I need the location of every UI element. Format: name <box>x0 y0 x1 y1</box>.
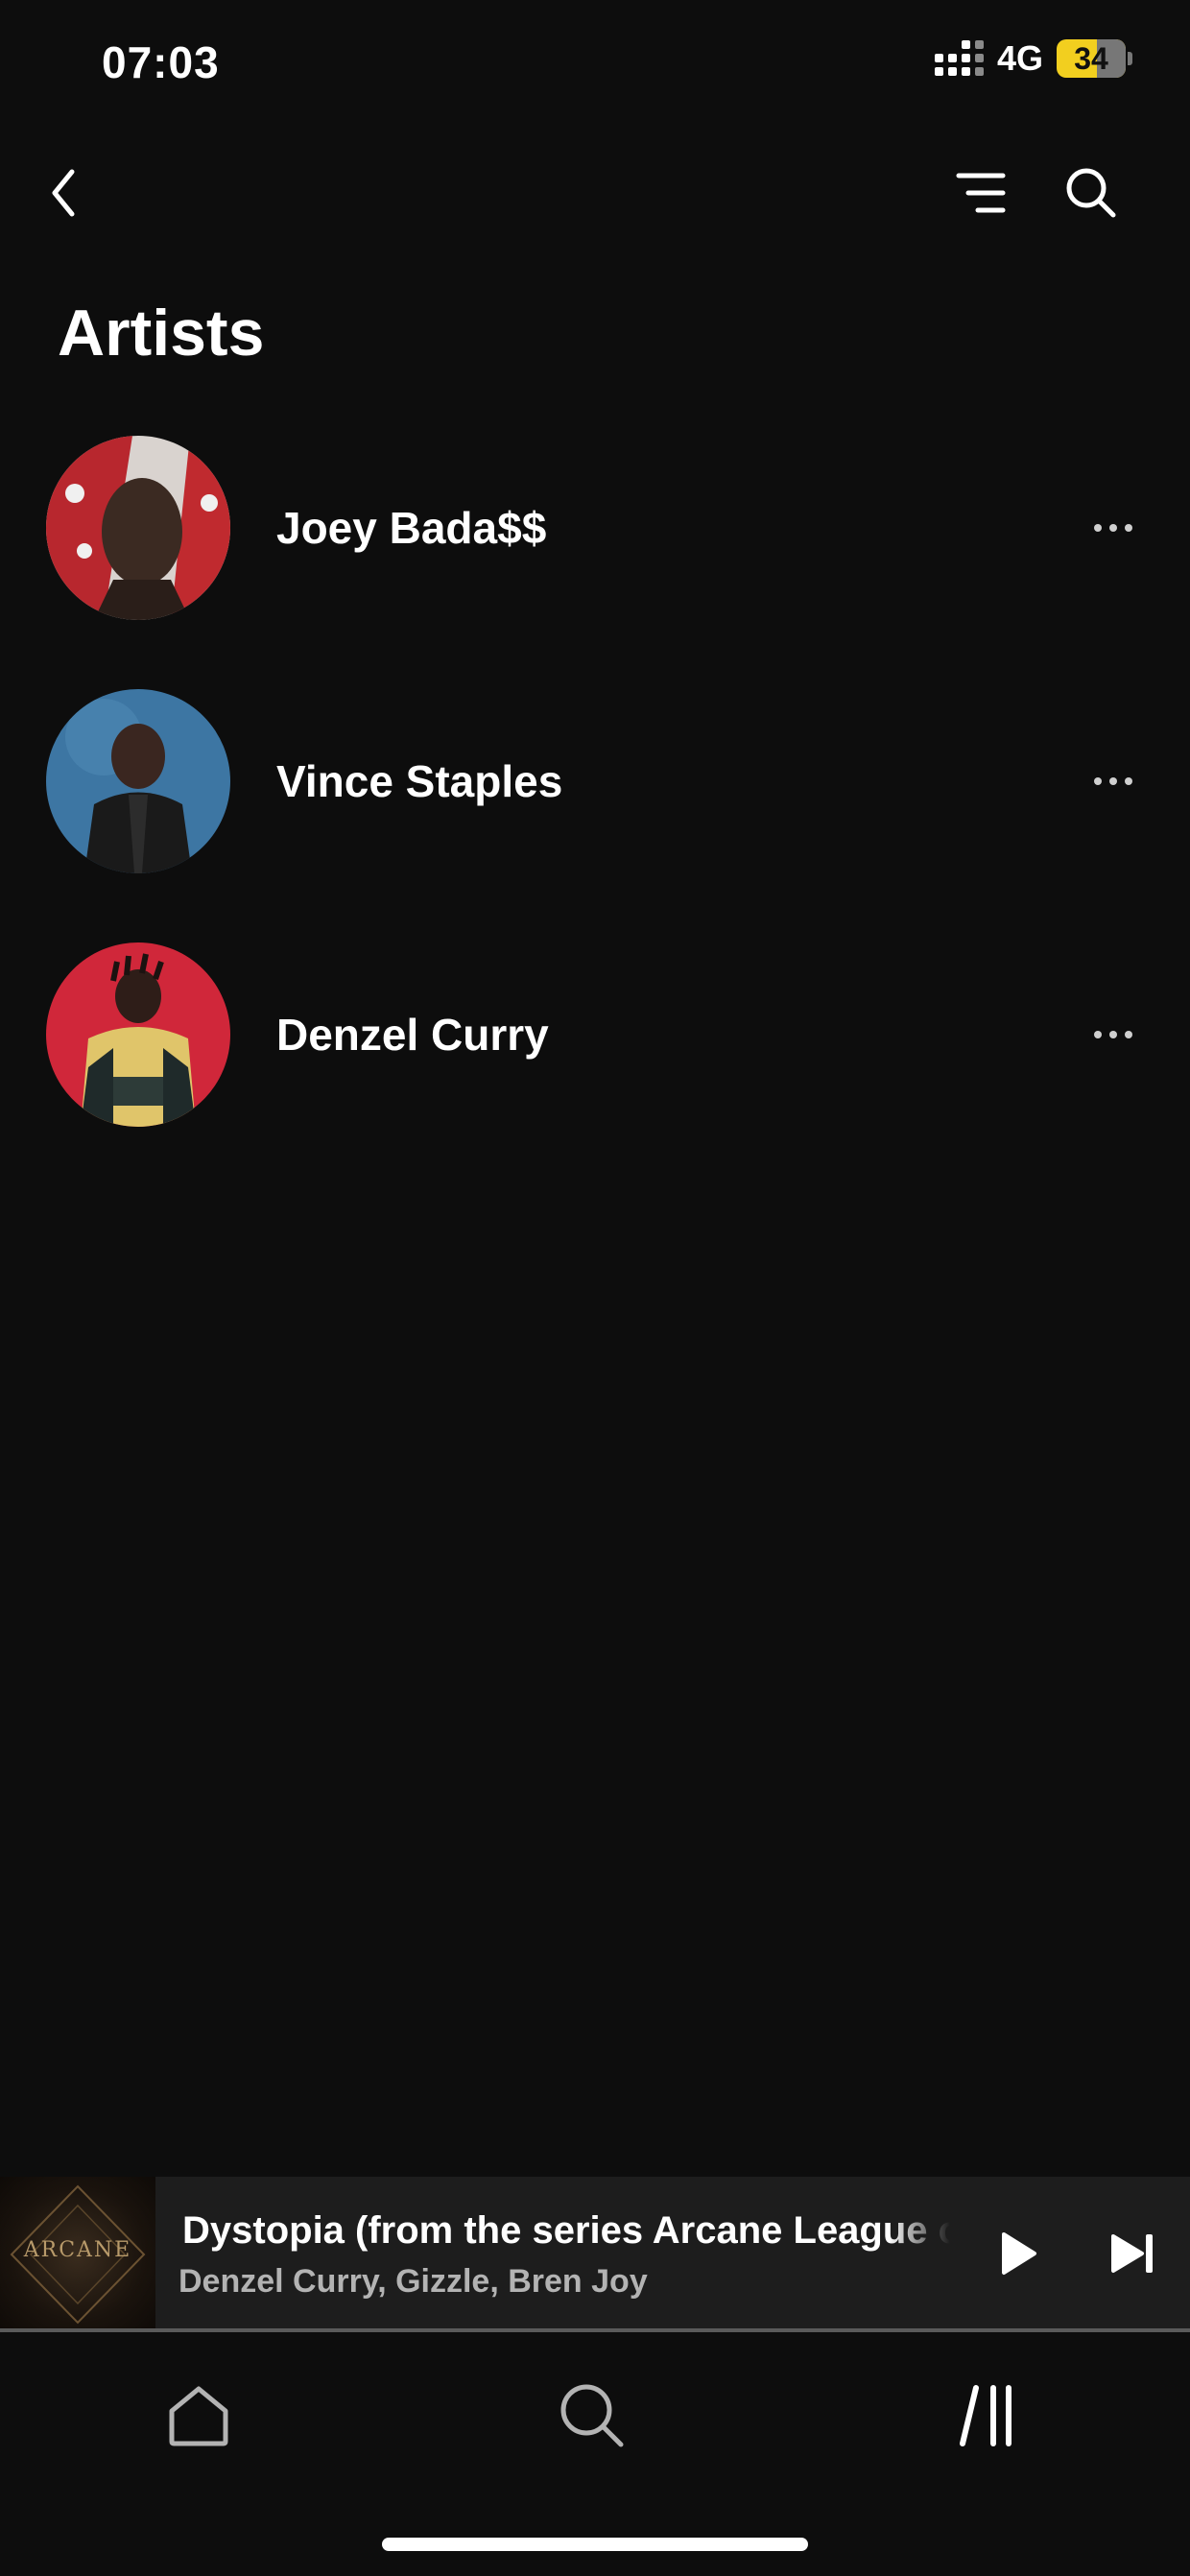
search-icon <box>1066 168 1116 218</box>
track-artist: Denzel Curry, Gizzle, Bren Joy <box>178 2263 648 2300</box>
artist-row[interactable]: Denzel Curry <box>0 929 1190 1140</box>
home-icon <box>169 2386 228 2446</box>
avatar <box>46 436 230 620</box>
sort-filter-icon <box>956 173 1006 213</box>
artist-name: Denzel Curry <box>276 1010 549 1060</box>
play-button[interactable] <box>994 2225 1042 2282</box>
artist-name: Joey Bada$$ <box>276 503 547 553</box>
playback-progress[interactable] <box>0 2328 1190 2332</box>
search-icon <box>560 2384 624 2447</box>
track-title: Dystopia (from the series Arcane League … <box>182 2209 950 2252</box>
artist-name: Vince Staples <box>276 756 563 806</box>
back-button[interactable] <box>35 159 92 227</box>
search-button[interactable] <box>1058 159 1125 227</box>
signal-icon <box>934 40 984 76</box>
next-track-button[interactable] <box>1106 2225 1163 2282</box>
artist-photo <box>46 436 230 620</box>
album-art-text: ARCANE <box>23 2238 132 2262</box>
play-icon <box>1002 2232 1036 2275</box>
network-label: 4G <box>996 38 1043 78</box>
home-indicator <box>382 2538 808 2551</box>
artist-photo <box>46 942 230 1127</box>
avatar <box>46 942 230 1127</box>
artist-row[interactable]: Vince Staples <box>0 676 1190 887</box>
more-options-button[interactable] <box>1075 752 1152 810</box>
mini-player[interactable]: ARCANE Dystopia (from the series Arcane … <box>0 2177 1190 2332</box>
chevron-left-icon <box>52 169 75 217</box>
status-indicators: 4G 34 <box>934 38 1132 79</box>
artist-row[interactable]: Joey Bada$$ <box>0 422 1190 633</box>
more-options-button[interactable] <box>1075 1006 1152 1063</box>
battery-level: 34 <box>1074 40 1108 76</box>
bottom-nav <box>0 2338 1190 2482</box>
artist-photo <box>46 689 230 873</box>
skip-next-icon <box>1111 2234 1153 2273</box>
nav-search[interactable] <box>549 2373 635 2459</box>
battery-icon: 34 <box>1057 39 1132 78</box>
more-options-button[interactable] <box>1075 499 1152 557</box>
library-icon <box>960 2385 1012 2446</box>
sort-filter-button[interactable] <box>950 159 1012 227</box>
avatar <box>46 689 230 873</box>
status-time: 07:03 <box>102 37 220 87</box>
page-title: Artists <box>58 297 265 370</box>
nav-home[interactable] <box>155 2373 242 2459</box>
nav-library[interactable] <box>944 2373 1031 2459</box>
album-art: ARCANE <box>0 2177 155 2332</box>
